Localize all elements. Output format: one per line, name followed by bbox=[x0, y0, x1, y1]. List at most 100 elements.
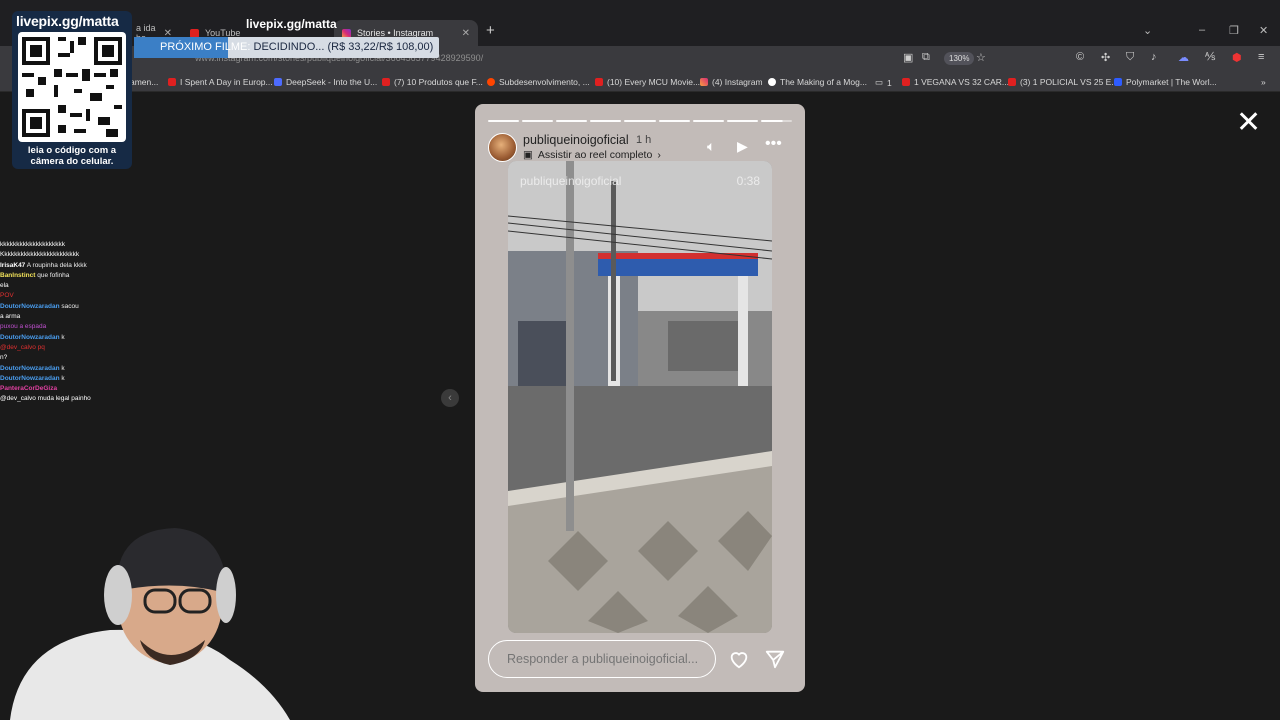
youtube-icon bbox=[168, 78, 176, 86]
qr-title: livepix.gg/matta bbox=[16, 13, 119, 29]
screenshot-icon[interactable]: ⧉ bbox=[922, 51, 930, 64]
street-corner-image bbox=[508, 161, 772, 633]
bookmark-item[interactable]: DeepSeek - Into the U... bbox=[274, 77, 377, 87]
streamer-webcam bbox=[0, 510, 300, 720]
youtube-icon bbox=[595, 78, 603, 86]
chat-message: DoutorNowzaradan k bbox=[0, 364, 135, 374]
play-icon[interactable]: ▶ bbox=[737, 138, 748, 155]
bookmark-item[interactable]: (4) Instagram bbox=[700, 77, 763, 87]
chat-text: a arma bbox=[0, 313, 21, 321]
chat-message: n? bbox=[0, 353, 135, 363]
reel-link-label: Assistir ao reel completo bbox=[537, 149, 653, 161]
bookmark-item[interactable]: Polymarket | The Worl... bbox=[1114, 77, 1217, 87]
heart-icon[interactable] bbox=[728, 648, 750, 670]
qr-code bbox=[18, 32, 126, 142]
progress-segment bbox=[590, 120, 622, 122]
speaker-icon[interactable]: ♪ bbox=[1151, 51, 1157, 63]
close-tab-icon[interactable]: ✕ bbox=[462, 28, 470, 39]
chat-text: sacou bbox=[61, 302, 79, 310]
chat-username: PanteraCorDeGiza bbox=[0, 385, 58, 393]
bookmark-star-icon[interactable]: ☆ bbox=[976, 51, 986, 64]
minimize-icon[interactable]: – bbox=[1199, 24, 1205, 36]
bookmark-label: DeepSeek - Into the U... bbox=[286, 77, 378, 87]
bookmark-item[interactable]: (10) Every MCU Movie... bbox=[595, 77, 700, 87]
window-close-icon[interactable]: ✕ bbox=[1259, 24, 1268, 37]
new-tab-plus-icon[interactable]: + bbox=[486, 22, 495, 39]
bookmark-item[interactable]: Subdesenvolvimento, ... bbox=[487, 77, 590, 87]
reply-input[interactable] bbox=[488, 640, 716, 678]
chat-message: Kkkkkkkkkkkkkkkkkkkkkkkk bbox=[0, 250, 135, 260]
bookmarks-overflow-icon[interactable]: » bbox=[1261, 77, 1266, 87]
bookmark-item[interactable]: The Making of a Mog... bbox=[768, 77, 867, 87]
chat-message: POV bbox=[0, 291, 135, 301]
instagram-icon bbox=[700, 78, 708, 86]
adblock-icon[interactable]: ⬢ bbox=[1232, 51, 1242, 64]
bookmark-label: The Making of a Mog... bbox=[780, 77, 867, 87]
chevron-right-icon: › bbox=[657, 149, 661, 161]
youtube-icon bbox=[902, 78, 910, 86]
chat-text: A roupinha dela kkkk bbox=[26, 261, 87, 269]
banner-text: DECIDINDO... (R$ 33,22/R$ 108,00) bbox=[253, 41, 434, 53]
previous-story-chevron-icon[interactable]: ‹ bbox=[441, 389, 459, 407]
chat-text: k bbox=[61, 364, 65, 372]
progress-segment bbox=[726, 120, 758, 122]
bookmark-label: amen... bbox=[130, 77, 159, 87]
story-photo: publiqueinoigoficial 0:38 bbox=[508, 161, 772, 633]
bookmark-item[interactable]: I Spent A Day in Europ... bbox=[168, 77, 273, 87]
progress-segment bbox=[624, 120, 656, 122]
youtube-icon bbox=[382, 78, 390, 86]
progress-segment bbox=[522, 120, 554, 122]
chat-username: BanInstinct bbox=[0, 271, 36, 279]
streamer-figure bbox=[10, 528, 290, 720]
chat-text: puxou a espada bbox=[0, 323, 47, 331]
zoom-level-badge[interactable]: 130% bbox=[944, 52, 975, 65]
chat-message: IrisaK47 A roupinha dela kkkk bbox=[0, 261, 135, 271]
menu-icon[interactable]: ≡ bbox=[1258, 51, 1264, 63]
story-username[interactable]: publiqueinoigoficial bbox=[523, 133, 629, 147]
shield-icon[interactable]: ⛉ bbox=[1126, 51, 1134, 64]
more-options-icon[interactable]: ••• bbox=[765, 135, 782, 153]
translate-icon[interactable]: ⅍ bbox=[1205, 51, 1215, 63]
chat-text: ela bbox=[0, 282, 9, 290]
chat-text: Kkkkkkkkkkkkkkkkkkkkkkkk bbox=[0, 251, 80, 259]
avatar[interactable] bbox=[488, 133, 517, 162]
chat-message: DoutorNowzaradan k bbox=[0, 333, 135, 343]
chat-text: k bbox=[61, 374, 65, 382]
polymarket-icon bbox=[1114, 78, 1122, 86]
watch-full-reel-link[interactable]: ▣ Assistir ao reel completo › bbox=[523, 149, 661, 161]
circle-icon bbox=[768, 78, 776, 86]
bookmark-label: I Spent A Day in Europ... bbox=[180, 77, 273, 87]
chat-username: IrisaK47 bbox=[0, 261, 26, 269]
extension-cloud-icon[interactable]: ☁ bbox=[1178, 51, 1189, 64]
bookmark-item[interactable]: (3) 1 POLICIAL VS 25 E... bbox=[1008, 77, 1118, 87]
chat-message: @dev_calvo pq bbox=[0, 343, 135, 353]
bookmark-label: Polymarket | The Worl... bbox=[1126, 77, 1217, 87]
progress-segment bbox=[488, 120, 520, 122]
chat-message: BanInstinct que fofinha bbox=[0, 271, 135, 281]
chat-message: ela bbox=[0, 281, 135, 291]
chat-message: DoutorNowzaradan k bbox=[0, 374, 135, 384]
extension-c-icon[interactable]: © bbox=[1076, 51, 1084, 63]
chat-message: @dev_calvo muda legal painho bbox=[0, 394, 135, 404]
chat-message: PanteraCorDeGiza bbox=[0, 384, 135, 394]
bookmark-item[interactable]: 1 VEGANA VS 32 CAR... bbox=[902, 77, 1009, 87]
story-card[interactable]: publiqueinoigoficial 1 h ▣ Assistir ao r… bbox=[475, 104, 805, 692]
restore-icon[interactable]: ❐ bbox=[1229, 24, 1239, 37]
bookmark-item[interactable]: amen... bbox=[130, 77, 158, 87]
picture-in-picture-icon[interactable]: ▣ bbox=[903, 51, 913, 64]
overlay-username: publiqueinoigoficial bbox=[520, 174, 622, 188]
bookmark-folder[interactable]: ▭ 1 bbox=[875, 77, 892, 88]
bookmark-label: (4) Instagram bbox=[712, 77, 763, 87]
progress-segment bbox=[692, 120, 724, 122]
chat-message: kkkkkkkkkkkkkkkkkkkk bbox=[0, 240, 135, 250]
chat-message: DoutorNowzaradan sacou bbox=[0, 302, 135, 312]
send-icon[interactable] bbox=[764, 648, 786, 670]
bookmark-item[interactable]: (7) 10 Produtos que F... bbox=[382, 77, 483, 87]
chat-text: k bbox=[61, 333, 65, 341]
tab-list-chevron-icon[interactable]: ⌄ bbox=[1143, 24, 1152, 37]
extensions-puzzle-icon[interactable]: ✣ bbox=[1101, 51, 1110, 64]
mute-speaker-icon[interactable]: 🔈︎ bbox=[707, 138, 715, 155]
bookmark-label: 1 VEGANA VS 32 CAR... bbox=[914, 77, 1009, 87]
close-story-icon[interactable]: ✕ bbox=[1236, 108, 1261, 138]
chat-text: POV bbox=[0, 292, 14, 300]
